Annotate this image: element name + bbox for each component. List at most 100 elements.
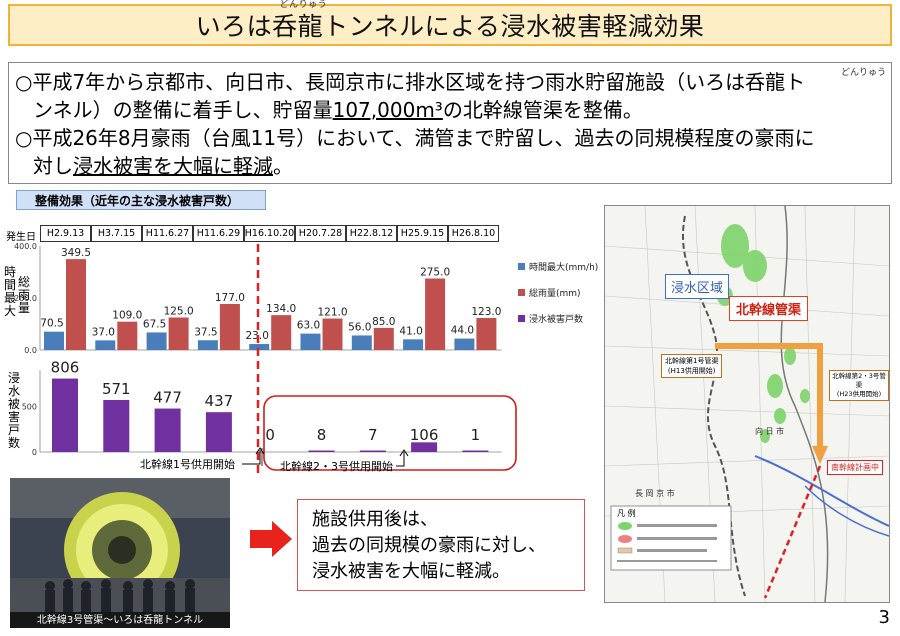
summary-effect: 浸水被害を大幅に軽減: [73, 154, 273, 178]
legend-swatch: [518, 315, 525, 322]
label-total-rainfall: 275.0: [420, 267, 450, 279]
page-title: いろは呑龍トンネルによる浸水被害軽減効果 どんりゅう: [196, 0, 705, 43]
title-ruby: どんりゅう: [279, 0, 328, 10]
summary-line-4: 対し浸水被害を大幅に軽減。: [33, 153, 293, 179]
legend-label: 総雨量(mm): [529, 287, 581, 299]
bar-total-rainfall: [168, 317, 189, 350]
legend-swatch: [518, 289, 525, 296]
label-damaged-houses: 571: [102, 380, 131, 398]
label-damaged-houses: 8: [317, 426, 327, 444]
map-city-nagaokakyo: 長 岡 京 市: [635, 489, 675, 498]
section-label: 整備効果（近年の主な浸水被害戸数）: [16, 190, 266, 210]
map-graphic: [605, 206, 889, 602]
bar-damaged-houses: [103, 399, 130, 452]
label-hourly-max: 56.0: [348, 321, 371, 333]
label-damaged-houses: 106: [410, 426, 439, 444]
legend-label: 時間最大(mm/h): [529, 261, 598, 273]
label-hourly-max: 37.5: [194, 326, 217, 338]
upper-tick-label: 400.0: [14, 242, 37, 251]
label-total-rainfall: 177.0: [215, 292, 245, 304]
bar-hourly-max: [44, 331, 64, 350]
callout-line-1: 施設供用後は、: [312, 509, 438, 530]
summary-volume: 107,000m³: [332, 98, 443, 122]
annotation-arrows: [242, 447, 409, 467]
tunnel-photo: 北幹線3号管渠～いろは呑龍トンネル: [10, 478, 230, 628]
tunnel-image: [10, 478, 230, 628]
label-damaged-houses: 806: [51, 359, 80, 377]
red-arrow-icon: [250, 521, 292, 557]
label-hourly-max: 63.0: [297, 320, 320, 332]
photo-caption: 北幹線3号管渠～いろは呑龍トンネル: [36, 615, 204, 626]
label-damaged-houses: 477: [153, 389, 182, 407]
map-legend-title: 凡 例: [617, 509, 636, 518]
bar-total-rainfall: [425, 278, 446, 350]
legend-label: 浸水被害戸数: [529, 313, 583, 325]
label-hourly-max: 67.5: [143, 318, 166, 330]
summary-line-3: ○平成26年8月豪雨（台風11号）において、満管まで貯留し、過去の同規模程度の豪…: [15, 126, 815, 150]
arrow-no23: [396, 452, 405, 467]
summary-line-2b: の北幹線管渠を整備。: [442, 98, 643, 122]
map-flood-area-label: 浸水区域: [665, 274, 730, 299]
lower-tick-label: 0: [32, 448, 37, 457]
bar-hourly-max: [351, 335, 372, 350]
label-total-rainfall: 121.0: [317, 307, 347, 319]
upper-bars: 70.5349.537.0109.067.5125.037.5177.023.0…: [40, 247, 501, 350]
map-no23-title: 北幹線第2・3号管渠: [832, 372, 886, 389]
upper-tick-label: 0.0: [24, 346, 37, 355]
label-total-rainfall: 349.5: [61, 247, 91, 259]
bar-hourly-max: [300, 333, 321, 350]
map-no1-label: 北幹線第1号管渠 (H13供用開始): [661, 354, 723, 378]
bar-total-rainfall: [117, 321, 138, 350]
bar-hourly-max: [454, 338, 475, 350]
map-no1-sub: (H13供用開始): [667, 367, 716, 375]
label-hourly-max: 70.5: [40, 318, 63, 330]
bar-damaged-houses: [462, 450, 489, 452]
map-plan-label: 南幹線計画中: [827, 460, 883, 475]
lower-tick-label: 500: [22, 402, 37, 411]
bar-damaged-houses: [205, 412, 232, 452]
summary-box: どんりゅう ○平成7年から京都市、向日市、長岡京市に排水区域を持つ雨水貯留施設（…: [8, 62, 892, 184]
summary-line-4a: 対し: [33, 154, 73, 178]
lower-bars: 806 571 477 437 0 8 7 106 1: [51, 359, 489, 452]
bar-total-rainfall: [271, 315, 292, 350]
chart-legend: 時間最大(mm/h) 総雨量(mm) 浸水被害戸数: [518, 261, 598, 325]
summary-line-2a: ンネル）の整備に着手し、貯留量: [33, 98, 333, 122]
summary-ruby: どんりゅう: [841, 68, 887, 78]
label-damaged-houses: 7: [368, 426, 378, 444]
callout-line-2: 過去の同規模の豪雨に対し、: [312, 535, 546, 556]
upper-ylabel-b: 総雨量: [18, 275, 31, 315]
rainfall-damage-chart: 400.0200.00.0 70.5349.537.0109.067.5125.…: [14, 240, 598, 476]
map-trunk-label: 北幹線管渠: [729, 296, 809, 321]
upper-ylabel-a: 時間最大: [4, 265, 17, 318]
bar-hourly-max: [197, 340, 218, 350]
summary-line-4b: 。: [273, 154, 293, 178]
label-damaged-houses: 0: [265, 426, 275, 444]
label-total-rainfall: 109.0: [112, 310, 142, 322]
label-hourly-max: 41.0: [399, 325, 422, 337]
summary-line-1: ○平成7年から京都市、向日市、長岡京市に排水区域を持つ雨水貯留施設（いろは呑龍ト: [15, 70, 806, 94]
label-total-rainfall: 123.0: [471, 306, 501, 318]
bar-hourly-max: [95, 340, 116, 350]
label-total-rainfall: 125.0: [164, 306, 194, 318]
callout-line-3: 浸水被害を大幅に軽減。: [312, 561, 510, 582]
bar-hourly-max: [146, 332, 167, 350]
map-city-muko: 向 日 市: [755, 427, 785, 436]
bar-total-rainfall: [66, 259, 86, 350]
bar-total-rainfall: [219, 303, 240, 350]
legend-swatch: [518, 263, 525, 270]
map-no1-title: 北幹線第1号管渠: [665, 357, 719, 365]
title-banner: いろは呑龍トンネルによる浸水被害軽減効果 どんりゅう: [8, 0, 892, 46]
map-no23-sub: (H23供用開始): [836, 390, 882, 398]
annotation-no1-open: 北幹線1号供用開始: [140, 458, 235, 471]
label-damaged-houses: 437: [205, 392, 234, 410]
bar-total-rainfall: [373, 327, 394, 350]
label-hourly-max: 44.0: [451, 325, 474, 337]
summary-line-2: ンネル）の整備に着手し、貯留量107,000m³の北幹線管渠を整備。: [33, 97, 643, 123]
map-no23-label: 北幹線第2・3号管渠 (H23供用開始): [829, 370, 889, 401]
bar-total-rainfall: [322, 318, 343, 350]
conclusion-callout: 施設供用後は、 過去の同規模の豪雨に対し、 浸水被害を大幅に軽減。: [297, 499, 585, 591]
label-total-rainfall: 85.0: [372, 316, 395, 328]
label-total-rainfall: 134.0: [266, 303, 296, 315]
bar-total-rainfall: [476, 318, 497, 350]
label-damaged-houses: 1: [471, 426, 481, 444]
